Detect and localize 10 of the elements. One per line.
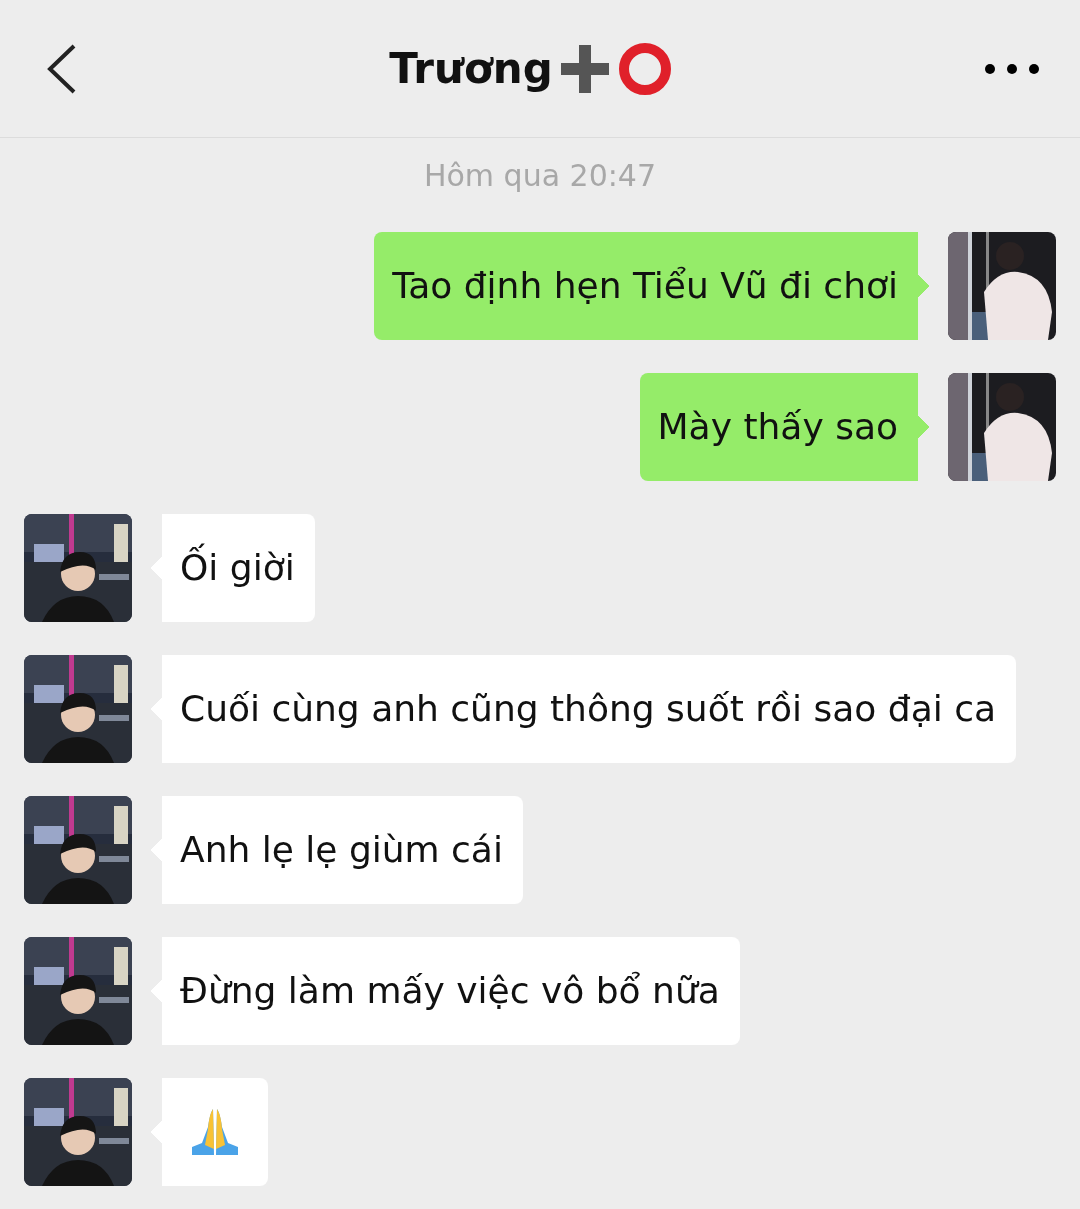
message-bubble: Ối giời — [150, 514, 315, 622]
message-bubble: Anh lẹ lẹ giùm cái — [150, 796, 523, 904]
circle-icon — [616, 40, 673, 97]
window-title: Trương — [389, 44, 553, 93]
message-bubble: Mày thấy sao — [639, 373, 930, 481]
more-icon[interactable] — [984, 62, 1040, 75]
message-bubble: Đừng làm mấy việc vô bổ nữa — [150, 937, 740, 1045]
message-bubble: Tao định hẹn Tiểu Vũ đi chơi — [374, 232, 930, 340]
message-bubble: Cuối cùng anh cũng thông suốt rồi sao đại ca — [150, 655, 1016, 763]
timestamp: Hôm qua 20:47 — [423, 158, 657, 193]
